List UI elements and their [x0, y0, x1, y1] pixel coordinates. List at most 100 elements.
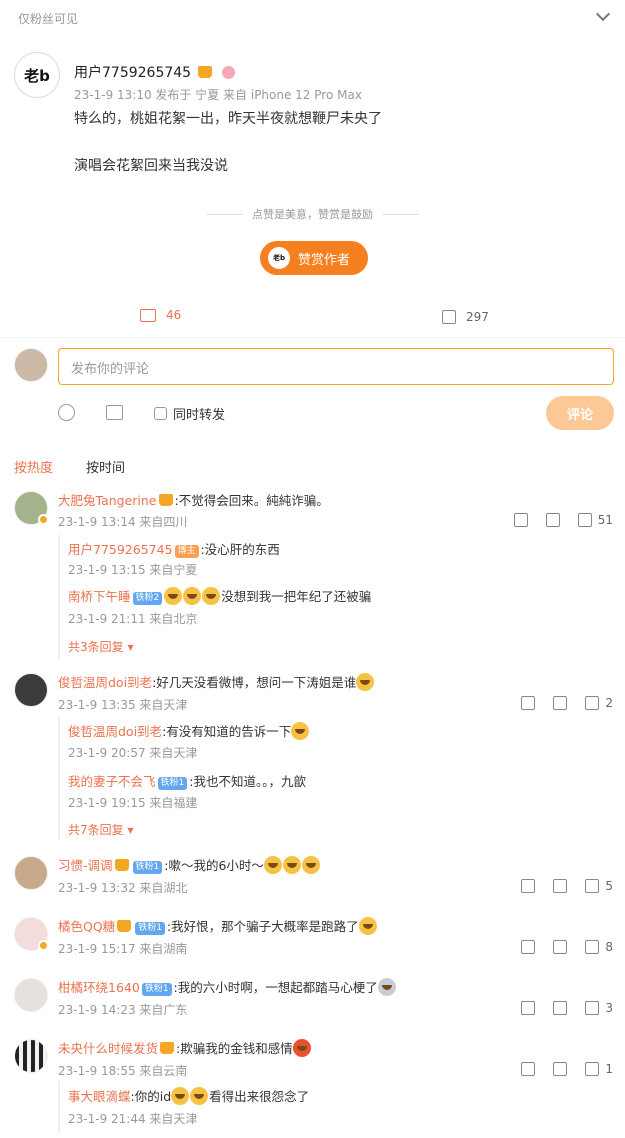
reply-icon[interactable] [553, 940, 568, 954]
crying-emoji-icon [356, 673, 375, 691]
reply-author[interactable]: 用户7759265745 [68, 542, 173, 557]
reply-icon[interactable] [553, 1062, 568, 1076]
post-like-button[interactable]: 297 [442, 310, 489, 324]
more-replies-link[interactable]: 共7条回复 ▾ [68, 821, 134, 838]
thumb-up-icon [442, 310, 456, 324]
submit-comment-button[interactable]: 评论 [546, 396, 614, 430]
comment-author[interactable]: 习惯-调调 [58, 858, 113, 873]
reply-icon[interactable] [553, 879, 568, 893]
comment-text: :嗽～我的6小时～ [164, 858, 264, 873]
chevron-down-icon[interactable] [595, 6, 611, 22]
crown-icon [158, 494, 173, 506]
comment-author[interactable]: 大肥兔Tangerine [58, 493, 157, 508]
reply-block: 事大眼滴蝶:你的id 看得出来很怨念了 23-1-9 21:44 来自天津 [58, 1081, 309, 1133]
comment-text: :好几天没看微博，想问一下涛姐是谁 [152, 675, 357, 690]
reply-text: :你的id [130, 1089, 172, 1104]
reply-author[interactable]: 南桥下午睡 [68, 589, 131, 604]
comment-likes: 51 [597, 513, 613, 527]
avatar[interactable] [14, 978, 48, 1012]
comment-author[interactable]: 未央什么时候发货 [58, 1041, 158, 1056]
comment-actions: 5 [503, 879, 613, 893]
comment-author[interactable]: 俊哲温周doi到老 [58, 675, 152, 690]
fan-badge: 铁粉1 [157, 777, 188, 790]
crying-emoji-icon [183, 587, 202, 605]
reward-avatar: 老b [268, 247, 290, 269]
repost-label: 同时转发 [173, 408, 226, 423]
comment-likes: 3 [605, 1001, 613, 1015]
share-icon[interactable] [513, 513, 528, 527]
comment-actions: 51 [496, 513, 613, 527]
avatar[interactable] [14, 1039, 48, 1073]
avatar[interactable] [14, 856, 48, 890]
crying-emoji-icon [164, 587, 183, 605]
reply-icon[interactable] [545, 513, 560, 527]
verified-badge-icon [38, 940, 49, 951]
reply-meta: 23-1-9 21:11 来自北京 [68, 612, 198, 626]
post-meta: 23-1-9 13:10 发布于 宁夏 来自 iPhone 12 Pro Max [74, 88, 362, 102]
share-icon[interactable] [521, 1001, 536, 1015]
user-avatar[interactable] [14, 348, 48, 382]
pig-icon [221, 66, 235, 79]
comment-author[interactable]: 柑橘环绕1640 [58, 980, 140, 995]
repost-checkbox-row[interactable]: 同时转发 [154, 404, 225, 423]
reply-author[interactable]: 我的妻子不会飞 [68, 774, 156, 789]
thumb-up-icon[interactable] [585, 940, 600, 954]
author-name[interactable]: 用户7759265745 [74, 65, 191, 81]
thumb-up-icon[interactable] [585, 879, 600, 893]
reply-icon[interactable] [553, 696, 568, 710]
repost-checkbox[interactable] [154, 407, 167, 420]
share-icon[interactable] [521, 879, 536, 893]
comment-text: :不觉得会回来。純純诈骗。 [174, 493, 329, 508]
comment-likes: 5 [605, 879, 613, 893]
tab-time[interactable]: 按时间 [86, 457, 125, 476]
thumb-up-icon[interactable] [577, 513, 592, 527]
tab-hot[interactable]: 按热度 [14, 457, 53, 476]
post-line-2: 演唱会花絮回来当我没说 [74, 158, 228, 174]
fan-badge: 铁粉1 [132, 861, 163, 874]
thumb-up-icon[interactable] [585, 1062, 600, 1076]
crown-icon [114, 859, 129, 871]
comment-count-button[interactable]: 46 [140, 308, 181, 322]
author-badge: 博主 [174, 545, 199, 558]
comment-actions: 3 [503, 1001, 613, 1015]
author-avatar[interactable]: 老b [14, 52, 60, 98]
reply-block: 俊哲温周doi到老:有没有知道的告诉一下 23-1-9 20:57 来自天津 我… [58, 716, 310, 840]
share-icon[interactable] [521, 1062, 536, 1076]
fan-badge: 铁粉1 [135, 922, 165, 935]
more-replies-link[interactable]: 共3条回复 ▾ [68, 638, 134, 655]
submit-label: 评论 [566, 407, 593, 423]
crown-icon [160, 1042, 175, 1054]
reward-hint: 点赞是美意，赞赏是鼓励 [252, 208, 373, 221]
thumb-up-icon[interactable] [585, 1001, 600, 1015]
reply-author[interactable]: 事大眼滴蝶 [68, 1089, 131, 1104]
share-icon[interactable] [521, 940, 536, 954]
comment-input-placeholder: 发布你的评论 [71, 362, 150, 377]
comment-count: 46 [166, 308, 182, 322]
caret-down-icon: ▾ [127, 640, 134, 654]
emoji-icon[interactable] [58, 404, 75, 421]
author-avatar-text: 老b [24, 66, 50, 85]
crown-icon [197, 66, 212, 78]
comment-actions: 8 [503, 940, 613, 954]
share-icon[interactable] [521, 696, 536, 710]
sad-emoji-icon [377, 978, 396, 996]
reply-meta: 23-1-9 13:15 来自宁夏 [68, 563, 198, 577]
reply-icon[interactable] [553, 1001, 568, 1015]
image-icon[interactable] [106, 405, 123, 420]
reply-text-tail: 看得出来很怨念了 [209, 1089, 310, 1104]
divider [0, 337, 625, 338]
reply-meta: 23-1-9 20:57 来自天津 [68, 746, 198, 760]
reply-author[interactable]: 俊哲温周doi到老 [68, 724, 162, 739]
reply-text: :没心肝的东西 [200, 542, 280, 557]
comment-author[interactable]: 橘色QQ糖 [58, 919, 115, 934]
comment-likes: 2 [605, 696, 613, 710]
comment-text: :我的六小时啊，一想起都踏马心梗了 [173, 980, 378, 995]
like-count: 297 [466, 310, 489, 324]
verified-badge-icon [38, 514, 49, 525]
avatar[interactable] [14, 673, 48, 707]
reply-text: :我也不知道。。，九歆 [189, 774, 306, 789]
comment-text: :我好恨，那个骗子大概率是跑路了 [166, 919, 359, 934]
reward-button[interactable]: 老b 赞赏作者 [260, 241, 368, 275]
comment-input[interactable]: 发布你的评论 [58, 348, 614, 385]
thumb-up-icon[interactable] [585, 696, 600, 710]
